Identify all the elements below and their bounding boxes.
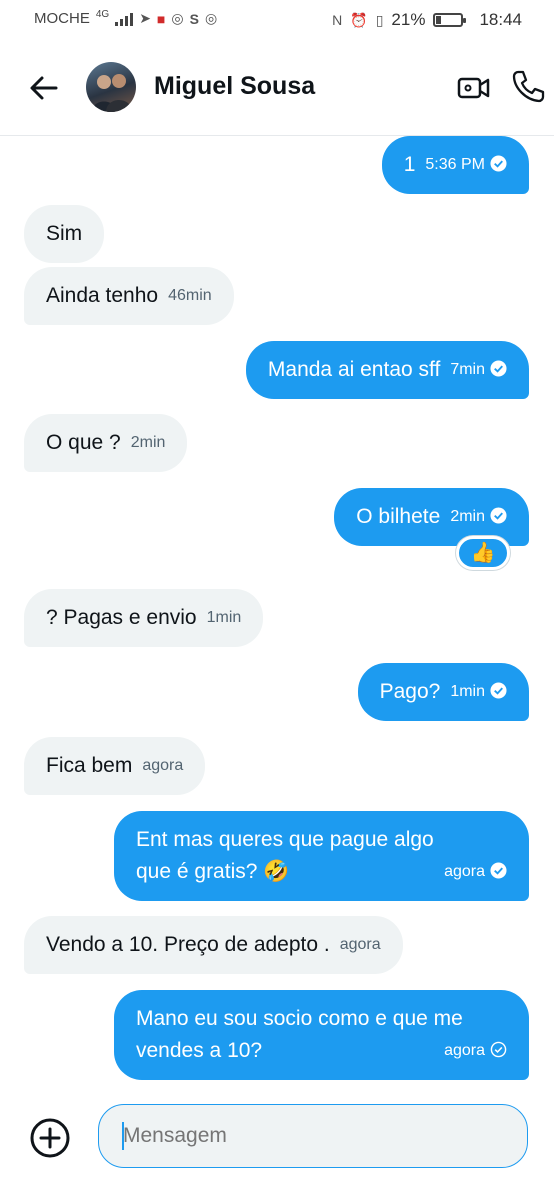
sent-check-icon	[490, 1042, 507, 1058]
message-text: O bilhete	[356, 505, 441, 528]
reaction-thumbs-up[interactable]: 👍	[456, 536, 510, 570]
clock: 18:44	[479, 10, 522, 29]
message-input[interactable]	[98, 1104, 528, 1168]
message-time: 1min	[206, 609, 242, 627]
add-media-icon[interactable]	[28, 1116, 72, 1160]
shazam-icon: S	[189, 10, 199, 27]
message-time: agora	[142, 757, 184, 775]
message-time: agora	[444, 863, 485, 881]
read-check-icon	[490, 507, 507, 524]
message-bubble-incoming[interactable]: ? Pagas e envio 1min	[24, 589, 264, 648]
phone-icon[interactable]	[510, 68, 546, 104]
message-bubble-outgoing[interactable]: Ent mas queres que pague algo que é grat…	[114, 811, 529, 902]
message-text: Vendo a 10. Preço de adepto .	[46, 933, 330, 956]
message-text: ? Pagas e envio	[46, 606, 197, 629]
status-left: MOCHE 4G ➤ ■ ◎ S ◎	[34, 9, 218, 27]
carrier-label: MOCHE	[34, 10, 90, 27]
contact-name[interactable]: Miguel Sousa	[154, 72, 315, 101]
network-label: 4G	[95, 9, 110, 20]
conversation-header: Miguel Sousa	[0, 40, 554, 136]
message-bubble-incoming[interactable]: O que ? 2min	[24, 414, 188, 473]
message-text: 1	[403, 153, 416, 176]
message-time: agora	[444, 1042, 485, 1060]
status-bar: MOCHE 4G ➤ ■ ◎ S ◎ N ⏰ ▯ 21% 18:44	[0, 0, 554, 40]
message-time: 2min	[450, 508, 485, 526]
alarm-icon: ⏰	[350, 11, 368, 28]
read-check-icon	[490, 682, 507, 699]
battery-fill	[436, 16, 442, 24]
back-arrow-icon[interactable]	[26, 70, 62, 106]
benfica-icon: ■	[156, 10, 166, 27]
nfc-icon: N	[332, 12, 343, 28]
message-text: Manda ai entao sff	[267, 358, 441, 381]
status-right: N ⏰ ▯ 21% 18:44	[332, 10, 522, 30]
telegram-icon: ➤	[139, 10, 151, 26]
read-check-icon	[490, 360, 507, 377]
message-bubble-incoming[interactable]: Vendo a 10. Preço de adepto . agora	[24, 916, 403, 975]
message-time: 2min	[130, 434, 166, 452]
message-text: O que ?	[46, 431, 121, 454]
message-time: 5:36 PM	[425, 156, 485, 174]
vibrate-icon: ▯	[375, 11, 384, 28]
message-time: 1min	[450, 683, 485, 701]
message-text: Sim	[46, 222, 83, 245]
message-bubble-incoming[interactable]: Sim	[24, 205, 105, 263]
message-thread[interactable]: 1 5:36 PM Sim Ainda tenho 46min Manda ai e…	[0, 136, 554, 1096]
signal-icon	[115, 12, 134, 26]
message-time: agora	[339, 936, 381, 954]
text-caret	[122, 1122, 124, 1150]
message-bubble-outgoing[interactable]: Manda ai entao sff 7min	[245, 341, 529, 400]
message-time: 46min	[168, 287, 212, 305]
instagram-icon: ◎	[171, 10, 184, 26]
read-check-icon	[490, 862, 507, 879]
instagram-icon: ◎	[204, 10, 218, 26]
battery-percent: 21%	[391, 10, 426, 29]
message-text: Fica bem	[46, 754, 133, 777]
message-bubble-outgoing[interactable]: 1 5:36 PM	[381, 136, 529, 195]
read-check-icon	[490, 155, 507, 172]
message-bubble-outgoing[interactable]: Mano eu sou socio como e que me vendes a…	[114, 990, 529, 1081]
avatar[interactable]	[86, 62, 136, 112]
message-text: Pago?	[379, 680, 441, 703]
message-time: 7min	[450, 361, 485, 379]
video-camera-icon[interactable]	[456, 70, 492, 106]
message-text: Ainda tenho	[46, 284, 159, 307]
message-bubble-incoming[interactable]: Ainda tenho 46min	[24, 267, 234, 326]
message-bubble-outgoing[interactable]: Pago? 1min	[357, 663, 529, 722]
message-bubble-incoming[interactable]: Fica bem agora	[24, 737, 206, 796]
battery-icon	[433, 13, 467, 27]
message-composer	[0, 1096, 554, 1200]
